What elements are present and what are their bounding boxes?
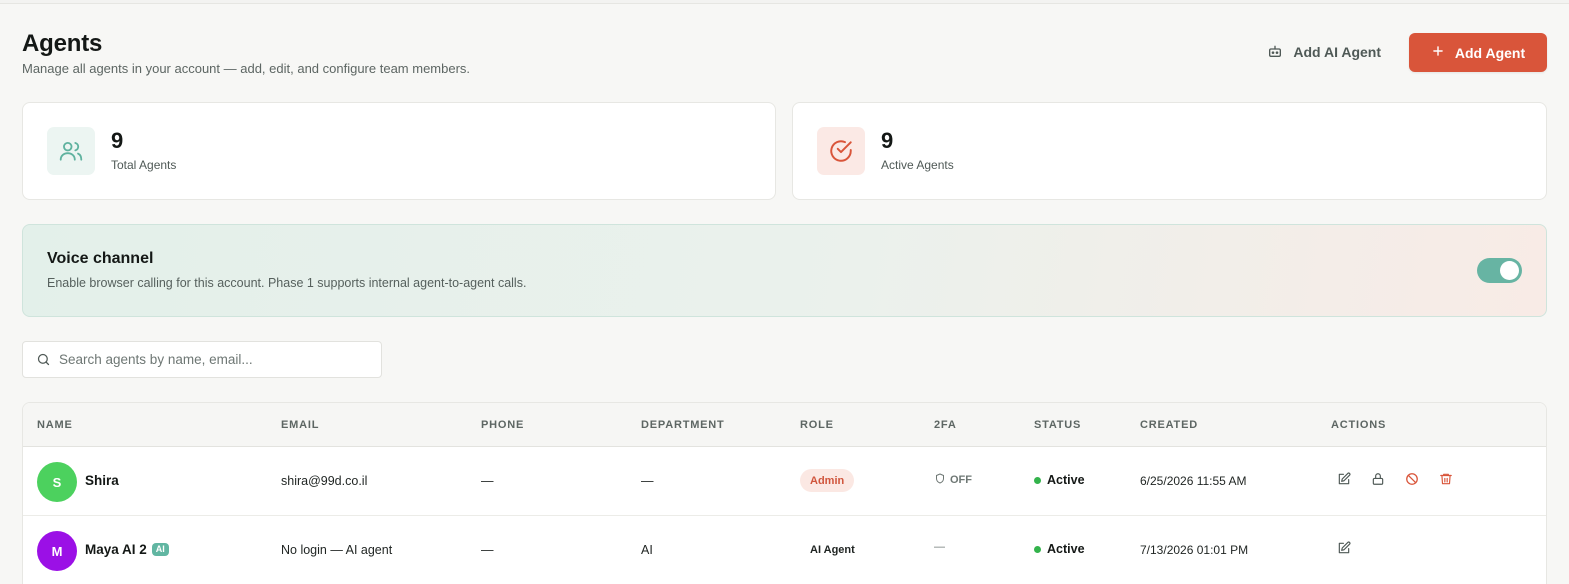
twofa-text: OFF [950, 474, 972, 486]
role-badge: AI Agent [810, 543, 855, 556]
column-header-actions: ACTIONS [1331, 419, 1387, 431]
agent-department: AI [641, 543, 653, 557]
column-header-phone: PHONE [481, 419, 525, 431]
edit-icon [1337, 541, 1351, 560]
status-text: Active [1047, 473, 1085, 487]
voice-channel-card: Voice channel Enable browser calling for… [22, 224, 1547, 317]
plus-icon [1431, 44, 1445, 61]
agent-email: No login — AI agent [281, 543, 393, 557]
check-circle-icon [817, 127, 865, 175]
status-dot [1034, 545, 1041, 553]
column-header-2fa: 2FA [934, 419, 957, 431]
stat-value: 9 [111, 128, 124, 153]
lock-icon [1371, 472, 1385, 491]
row-actions [1332, 469, 1458, 493]
twofa-text: — [934, 541, 945, 553]
search-icon [36, 352, 51, 372]
status-dot [1034, 476, 1041, 484]
avatar: S [37, 462, 77, 502]
stat-label: Total Agents [111, 158, 177, 172]
agent-name-text: Shira [85, 473, 119, 488]
agent-email: shira@99d.co.il [281, 474, 368, 488]
search-input[interactable] [59, 342, 374, 377]
table-row: M Maya AI 2 AI No login — AI agent — AI … [23, 516, 1546, 584]
column-header-created: CREATED [1140, 419, 1198, 431]
robot-icon [1267, 43, 1283, 62]
agent-name[interactable]: Shira [85, 473, 119, 488]
row-actions [1332, 538, 1356, 562]
agent-phone: — [481, 543, 494, 557]
add-agent-button[interactable]: Add Agent [1409, 33, 1547, 72]
agent-name-text: Maya AI 2 [85, 542, 147, 557]
voice-channel-title: Voice channel [47, 250, 154, 267]
users-icon [47, 127, 95, 175]
top-bar [0, 0, 1569, 4]
edit-icon [1337, 472, 1351, 491]
role-badge: Admin [800, 469, 855, 492]
search-box [22, 341, 382, 378]
status-text: Active [1047, 542, 1085, 556]
column-header-role: ROLE [800, 419, 834, 431]
column-header-name: NAME [37, 419, 73, 431]
voice-channel-description: Enable browser calling for this account.… [47, 276, 527, 290]
column-header-email: EMAIL [281, 419, 320, 431]
stat-label: Active Agents [881, 158, 954, 172]
add-ai-agent-label: Add AI Agent [1293, 44, 1381, 60]
agent-name[interactable]: Maya AI 2 AI [85, 542, 169, 557]
toggle-knob [1500, 261, 1519, 280]
add-ai-agent-button[interactable]: Add AI Agent [1261, 34, 1387, 70]
column-header-status: STATUS [1034, 419, 1082, 431]
disable-button[interactable] [1400, 469, 1424, 493]
table-header: NAME EMAIL PHONE DEPARTMENT ROLE 2FA STA… [23, 403, 1546, 447]
delete-button[interactable] [1434, 469, 1458, 493]
ban-icon [1405, 472, 1419, 491]
column-header-department: DEPARTMENT [641, 419, 725, 431]
stat-card-total-agents: 9 Total Agents [22, 102, 776, 200]
stat-value: 9 [881, 128, 894, 153]
agent-created: 6/25/2026 11:55 AM [1140, 474, 1247, 488]
voice-channel-toggle[interactable] [1477, 258, 1522, 283]
add-agent-label: Add Agent [1454, 44, 1526, 61]
agent-phone: — [481, 474, 494, 488]
status-badge: Active [1034, 542, 1085, 556]
trash-icon [1439, 472, 1453, 491]
status-badge: Active [1034, 473, 1085, 487]
twofa-status: — [934, 541, 945, 553]
stat-card-active-agents: 9 Active Agents [792, 102, 1547, 200]
table-row: S Shira shira@99d.co.il — — Admin OFF Ac… [23, 447, 1546, 516]
agent-created: 7/13/2026 01:01 PM [1140, 543, 1249, 557]
edit-button[interactable] [1332, 538, 1356, 562]
shield-icon [934, 472, 946, 488]
edit-button[interactable] [1332, 469, 1356, 493]
agent-department: — [641, 474, 654, 488]
twofa-status: OFF [934, 472, 972, 488]
page-header: Agents Manage all agents in your account… [22, 30, 1547, 80]
avatar: M [37, 531, 77, 571]
agents-table: NAME EMAIL PHONE DEPARTMENT ROLE 2FA STA… [22, 402, 1547, 584]
lock-button[interactable] [1366, 469, 1390, 493]
ai-badge: AI [151, 543, 169, 556]
